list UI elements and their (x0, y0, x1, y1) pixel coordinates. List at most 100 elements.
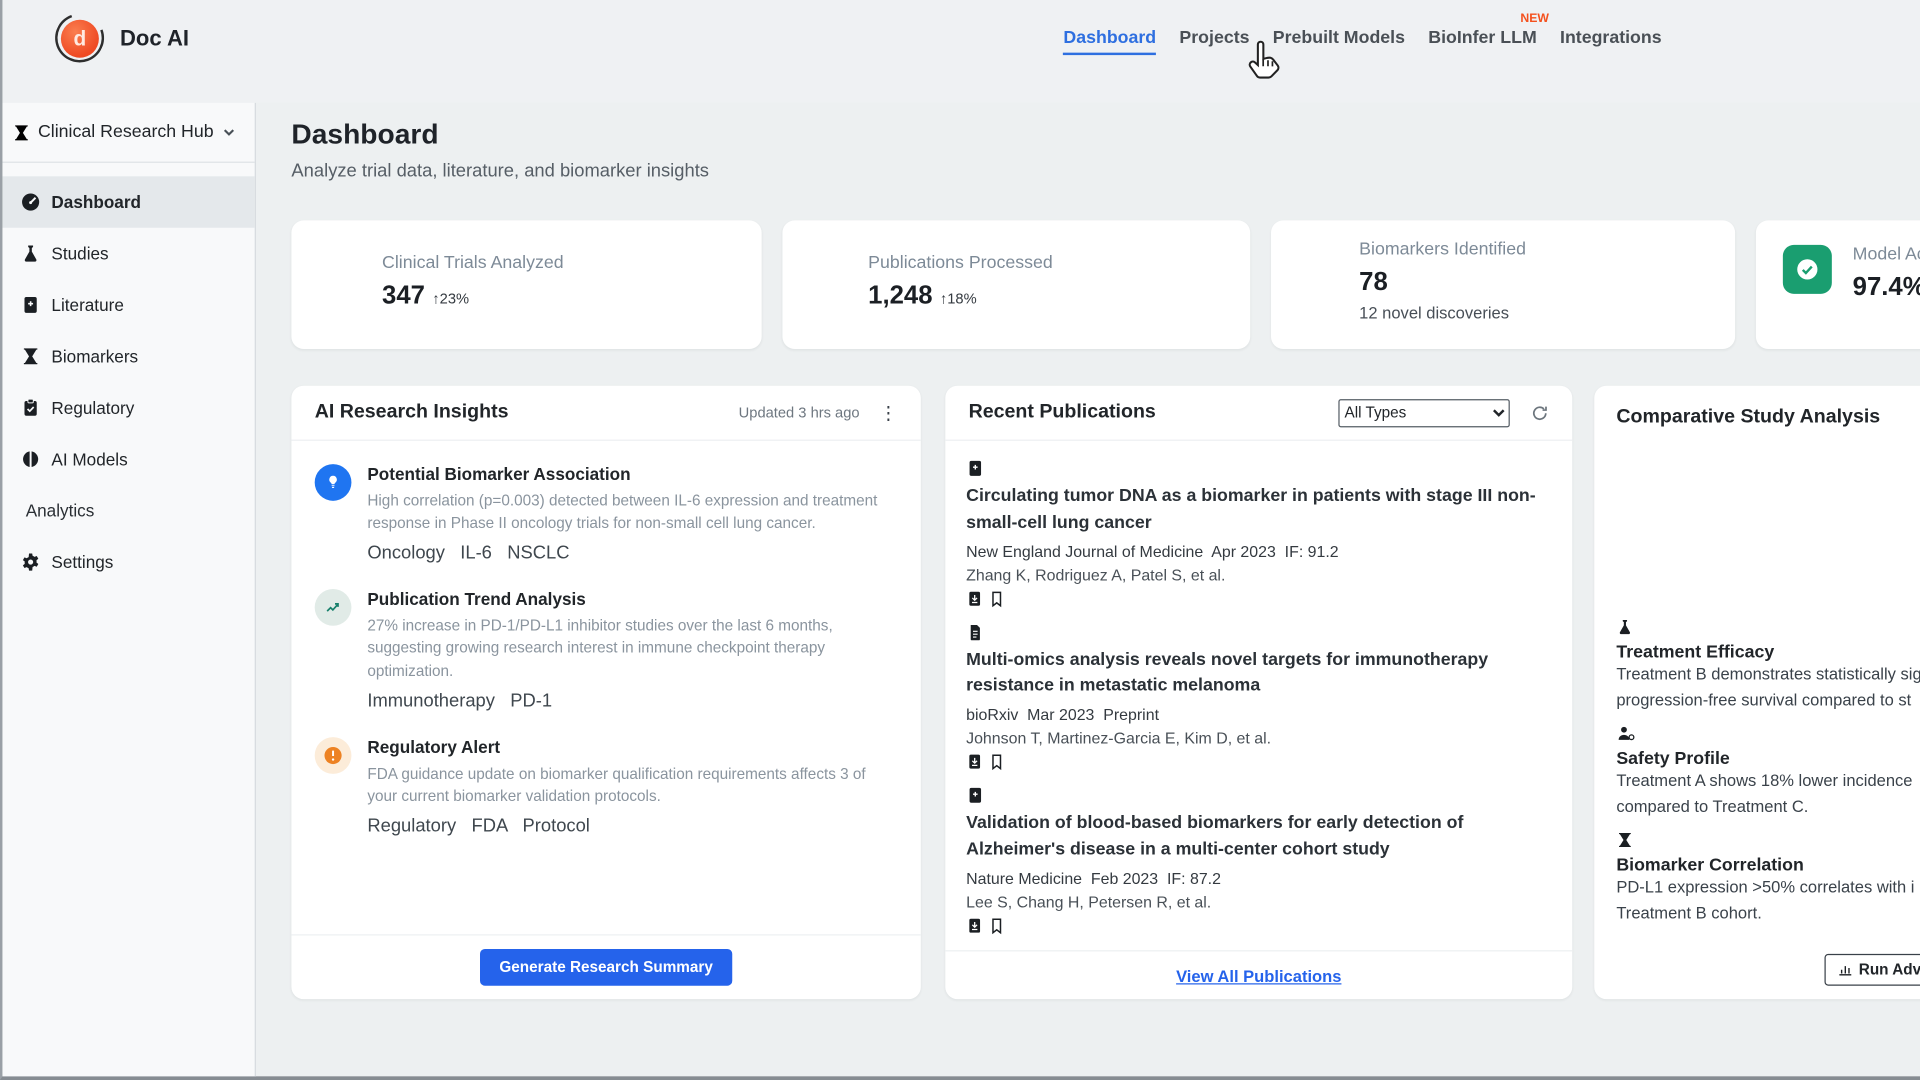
stat-value: 78 (1359, 268, 1388, 297)
sidebar-item-label: Dashboard (51, 192, 141, 212)
app-window: d Doc AI Dashboard Projects Prebuilt Mod… (0, 0, 1920, 1080)
section-line: Treatment B cohort. (1616, 901, 1920, 927)
publication-item[interactable]: Multi-omics analysis reveals novel targe… (966, 623, 1551, 771)
stat-trend: ↑23% (432, 290, 469, 307)
insight-title: Potential Biomarker Association (367, 464, 897, 484)
chevron-down-icon (220, 124, 237, 141)
sidebar-item-ai-models[interactable]: AI Models (2, 433, 254, 484)
section-line: PD-L1 expression >50% correlates with i (1616, 875, 1920, 901)
sidebar-item-label: Biomarkers (51, 347, 138, 367)
comparative-section: Safety Profile Treatment A shows 18% low… (1616, 725, 1920, 820)
section-heading: Safety Profile (1616, 749, 1920, 769)
sidebar-item-dashboard[interactable]: Dashboard (2, 176, 254, 227)
brand[interactable]: d Doc AI (55, 13, 189, 62)
bar-chart-icon (1838, 962, 1853, 977)
sidebar-item-label: AI Models (51, 449, 127, 469)
publication-item[interactable]: Circulating tumor DNA as a biomarker in … (966, 459, 1551, 607)
bookmark-icon[interactable] (988, 917, 1005, 934)
insight-item: Publication Trend Analysis 27% increase … (315, 589, 898, 711)
check-badge-icon (1783, 245, 1832, 294)
insight-tags: Oncology IL-6 NSCLC (367, 543, 897, 564)
run-advanced-button[interactable]: Run Advanced (1824, 954, 1920, 986)
insight-item: Potential Biomarker Association High cor… (315, 464, 898, 563)
download-icon[interactable] (966, 753, 983, 770)
publication-item[interactable]: Validation of blood-based biomarkers for… (966, 786, 1551, 934)
sidebar-item-regulatory[interactable]: Regulatory (2, 382, 254, 433)
comparative-section: Treatment Efficacy Treatment B demonstra… (1616, 618, 1920, 713)
gear-icon (21, 552, 41, 572)
refresh-icon[interactable] (1531, 403, 1549, 421)
doc-ai-logo-icon: d (47, 5, 112, 70)
sidebar-item-label: Analytics (26, 501, 95, 521)
stat-trend: ↑18% (940, 290, 977, 307)
sidebar-item-biomarkers[interactable]: Biomarkers (2, 331, 254, 382)
nav-link-dashboard[interactable]: Dashboard (1063, 28, 1156, 55)
bookmark-icon[interactable] (988, 753, 1005, 770)
nav-link-integrations[interactable]: Integrations (1560, 28, 1662, 52)
card-title: Recent Publications (969, 402, 1156, 424)
new-badge: NEW (1520, 12, 1549, 25)
sidebar-item-label: Literature (51, 295, 123, 315)
section-line: progression-free survival compared to st (1616, 688, 1920, 714)
insight-tags: Immunotherapy PD-1 (367, 690, 897, 711)
file-text-icon (966, 623, 1551, 644)
sidebar-item-studies[interactable]: Studies (2, 228, 254, 279)
dna-hourglass-icon (12, 123, 30, 141)
nav-link-label: BioInfer LLM (1428, 28, 1537, 48)
sidebar-item-label: Settings (51, 552, 113, 572)
workspace-switcher[interactable]: Clinical Research Hub (2, 103, 254, 163)
view-all-publications-link[interactable]: View All Publications (1176, 967, 1341, 985)
stat-label: Publications Processed (868, 253, 1250, 273)
sidebar-item-label: Studies (51, 244, 108, 264)
stat-note: 12 novel discoveries (1359, 304, 1735, 322)
comparative-section: Biomarker Correlation PD-L1 expression >… (1616, 831, 1920, 926)
publication-authors: Zhang K, Rodriguez A, Patel S, et al. (966, 565, 1551, 583)
publication-type-select[interactable]: All Types (1338, 399, 1509, 427)
speedometer-icon (21, 192, 41, 212)
sidebar-item-literature[interactable]: Literature (2, 279, 254, 330)
workspace-name: Clinical Research Hub (38, 122, 214, 142)
kebab-menu-icon[interactable]: ⋮ (879, 402, 897, 424)
sidebar-item-analytics[interactable]: Analytics (2, 485, 254, 536)
stat-value: 347 (382, 282, 425, 311)
insight-item: Regulatory Alert FDA guidance update on … (315, 737, 898, 836)
publication-title: Multi-omics analysis reveals novel targe… (966, 647, 1554, 700)
nav-link-prebuilt-models[interactable]: Prebuilt Models (1273, 28, 1405, 52)
publication-meta: New England Journal of Medicine Apr 2023… (966, 542, 1551, 560)
stat-label: Model Accuracy (1853, 245, 1920, 265)
logo-letter: d (61, 19, 99, 57)
flask-icon (1616, 618, 1920, 638)
insight-tags: Regulatory FDA Protocol (367, 815, 897, 836)
publication-authors: Lee S, Chang H, Petersen R, et al. (966, 892, 1551, 910)
bookmark-icon[interactable] (988, 590, 1005, 607)
person-icon (1616, 725, 1920, 745)
nav-link-projects[interactable]: Projects (1179, 28, 1249, 52)
stat-value: 1,248 (868, 282, 932, 311)
dna-hourglass-icon (21, 347, 41, 367)
button-label: Run Advanced (1859, 961, 1920, 978)
dna-hourglass-icon (1616, 831, 1920, 851)
brand-name: Doc AI (120, 25, 189, 51)
section-heading: Treatment Efficacy (1616, 643, 1920, 663)
section-line: Treatment B demonstrates statistically s… (1616, 662, 1920, 688)
section-line: compared to Treatment C. (1616, 794, 1920, 820)
stat-card-model-accuracy: Model Accuracy 97.4% (1756, 220, 1920, 349)
insight-title: Regulatory Alert (367, 737, 897, 757)
nav-link-bioinfer-llm[interactable]: BioInfer LLM NEW (1428, 28, 1537, 52)
nav-links: Dashboard Projects Prebuilt Models BioIn… (1063, 28, 1661, 55)
sidebar: Clinical Research Hub Dashboard Studies … (2, 103, 255, 1076)
download-icon[interactable] (966, 590, 983, 607)
stat-card-biomarkers: Biomarkers Identified 78 12 novel discov… (1271, 220, 1735, 349)
card-title: Comparative Study Analysis (1616, 407, 1880, 428)
publication-meta: Nature Medicine Feb 2023 IF: 87.2 (966, 869, 1551, 887)
clipboard-check-icon (21, 398, 41, 418)
sidebar-item-settings[interactable]: Settings (2, 536, 254, 587)
generate-research-summary-button[interactable]: Generate Research Summary (480, 949, 733, 986)
stat-value: 97.4% (1853, 273, 1920, 302)
stat-card-publications: Publications Processed 1,248 ↑18% (782, 220, 1250, 349)
insight-body: 27% increase in PD-1/PD-L1 inhibitor stu… (367, 615, 897, 682)
stat-label: Biomarkers Identified (1359, 240, 1735, 260)
publication-authors: Johnson T, Martinez-Garcia E, Kim D, et … (966, 729, 1551, 747)
download-icon[interactable] (966, 917, 983, 934)
publication-meta: bioRxiv Mar 2023 Preprint (966, 705, 1551, 723)
